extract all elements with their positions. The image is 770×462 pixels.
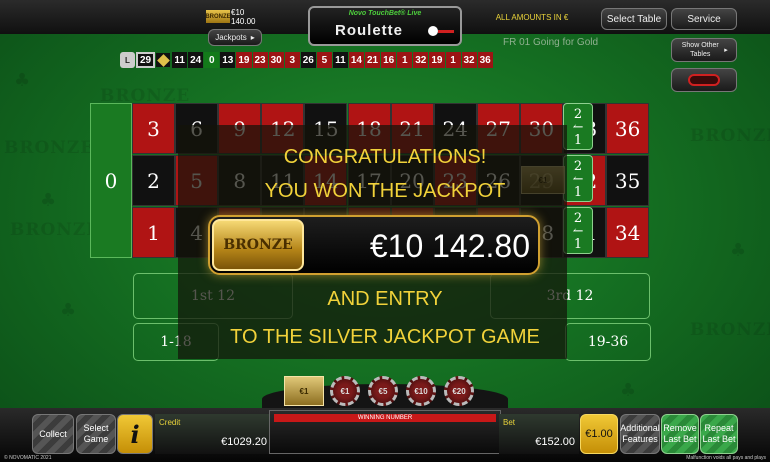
repeat-last-bet-button[interactable]: Repeat Last Bet	[700, 414, 738, 454]
history-number: 11	[172, 52, 188, 68]
logo-title: Roulette	[335, 22, 403, 39]
select-game-button[interactable]: Select Game	[76, 414, 116, 454]
stake-button[interactable]: €1.00	[580, 414, 618, 454]
chip-10[interactable]: €10	[406, 376, 436, 406]
club-icon: ♣	[620, 380, 637, 401]
bet-label: Bet	[503, 418, 516, 427]
jackpot-value: €10 140.00	[231, 7, 256, 26]
history-number: 5	[316, 52, 332, 68]
history-number: 11	[332, 52, 348, 68]
table-name: FR 01 Going for Gold	[503, 37, 599, 48]
jackpots-label: Jackpots	[215, 33, 247, 42]
history-number: 13	[220, 52, 236, 68]
jackpot-diamond-icon	[156, 53, 171, 67]
history-last-number: 29	[136, 52, 156, 68]
number-cell-1[interactable]: 1	[132, 207, 175, 258]
game-logo: Novo TouchBet® Live Roulette	[308, 6, 462, 46]
credit-box: Credit €1029.20	[155, 414, 271, 454]
ball-icon	[428, 26, 438, 36]
bet-value: €152.00	[535, 436, 575, 448]
bg-watermark: BRONZE	[690, 126, 770, 146]
disclaimer-text: Malfunction voids all pays and plays	[686, 455, 766, 461]
congrats-heading: CONGRATULATIONS!	[283, 146, 487, 168]
history-number: 19	[236, 52, 252, 68]
history-number: 14	[348, 52, 364, 68]
chevron-right-icon: ▸	[724, 46, 728, 54]
bronze-badge: BRONZE	[212, 219, 304, 271]
result-history: L 29 11 24 0 13 19 23 30 3 26 5 11 14 21 16 1 32 19 1 32 36	[120, 51, 494, 69]
jackpot-amount: €10 142.80	[369, 227, 530, 264]
history-number: 32	[461, 52, 477, 68]
history-list: 11 24 0 13 19 23 30 3 26 5 11 14 21 16 1 32 19 1 32 36	[172, 52, 494, 68]
history-number: 16	[381, 52, 397, 68]
roulette-wheel-icon	[688, 74, 720, 86]
entry-text: AND ENTRY	[327, 288, 443, 310]
copyright-text: © NOVOMATIC 2021	[4, 455, 52, 461]
history-number: 32	[413, 52, 429, 68]
history-number: 23	[252, 52, 268, 68]
info-button[interactable]: i	[117, 414, 153, 454]
silver-jackpot-text: TO THE SILVER JACKPOT GAME	[230, 326, 540, 348]
jackpots-button[interactable]: Jackpots ▸	[208, 29, 262, 46]
ball-trail-icon	[438, 30, 454, 33]
bg-watermark: BRONZE	[10, 220, 101, 240]
chevron-right-icon: ▸	[250, 33, 255, 42]
won-jackpot-text: YOU WON THE JACKPOT	[264, 180, 506, 202]
history-limit-toggle[interactable]: L	[120, 52, 135, 68]
logo-subtitle: Novo TouchBet® Live	[348, 10, 422, 17]
winning-number-box: WINNING NUMBER	[269, 410, 501, 454]
column-bet-top[interactable]: 2 ↼ 1	[563, 103, 593, 150]
game-screen: BRONZE BRONZE BRONZE BRONZE BRONZE ♣ ♣ ♣…	[0, 0, 770, 462]
history-number: 1	[397, 52, 413, 68]
history-number: 19	[429, 52, 445, 68]
history-number: 1	[445, 52, 461, 68]
column-bet-bottom[interactable]: 2 ↼ 1	[563, 207, 593, 254]
history-number: 21	[365, 52, 381, 68]
chip-5[interactable]: €5	[368, 376, 398, 406]
club-icon: ♣	[730, 240, 747, 261]
jackpot-bronze-tag: BRONZE	[205, 10, 231, 23]
number-cell-34[interactable]: 34	[606, 207, 650, 258]
remove-last-bet-button[interactable]: Remove Last Bet	[661, 414, 699, 454]
lobby-button[interactable]	[671, 68, 737, 92]
credit-label: Credit	[159, 418, 181, 427]
history-number: 3	[284, 52, 300, 68]
bet-box: Bet €152.00	[499, 414, 579, 454]
collect-button[interactable]: Collect	[32, 414, 74, 454]
history-number: 26	[300, 52, 316, 68]
service-button[interactable]: Service	[671, 8, 737, 30]
history-number: 24	[188, 52, 204, 68]
chip-1[interactable]: €1	[330, 376, 360, 406]
chip-bill[interactable]: €1	[284, 376, 324, 406]
chip-20[interactable]: €20	[444, 376, 474, 406]
credit-value: €1029.20	[221, 436, 267, 448]
show-other-tables-button[interactable]: Show Other Tables ▸	[671, 38, 737, 62]
winning-number-label: WINNING NUMBER	[274, 414, 496, 422]
currency-notice: ALL AMOUNTS IN €	[495, 12, 569, 22]
history-number: 0	[204, 52, 220, 68]
history-number: 36	[477, 52, 493, 68]
additional-features-button[interactable]: Additional Features	[620, 414, 660, 454]
club-icon: ♣	[14, 70, 31, 91]
show-other-tables-label: Show Other Tables	[681, 42, 719, 58]
history-number: 30	[268, 52, 284, 68]
select-table-button[interactable]: Select Table	[601, 8, 667, 30]
